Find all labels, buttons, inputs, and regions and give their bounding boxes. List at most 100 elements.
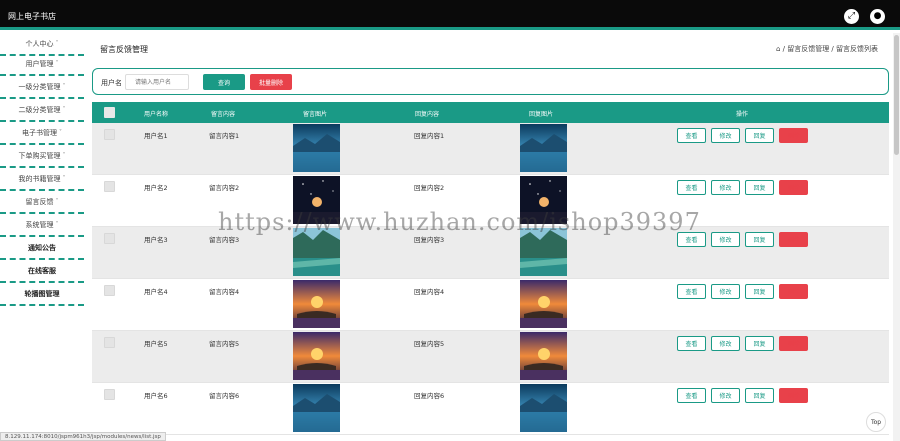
delete-button[interactable]: 删除 — [779, 232, 808, 247]
reply-image — [520, 124, 567, 172]
cell-reply: 回复内容1 — [414, 132, 445, 140]
sidebar-item-system[interactable]: 系统管理 ˅ — [0, 214, 84, 237]
reply-button[interactable]: 回复 — [745, 232, 774, 247]
cell-content: 留言内容3 — [209, 236, 240, 244]
reply-image — [520, 280, 567, 328]
view-button[interactable]: 查看 — [677, 336, 706, 351]
table-header: 用户名称 留言内容 留言图片 回复内容 回复图片 操作 — [92, 102, 889, 123]
reply-button[interactable]: 回复 — [745, 336, 774, 351]
sidebar-item-feedback[interactable]: 留言反馈 ˅ — [0, 191, 84, 214]
row-checkbox[interactable] — [104, 389, 115, 400]
user-icon[interactable]: ● — [870, 9, 885, 24]
cell-content: 留言内容5 — [209, 340, 240, 348]
select-all-checkbox[interactable] — [104, 107, 115, 118]
delete-button[interactable]: 删除 — [779, 284, 808, 299]
header-reply: 回复内容 — [415, 111, 440, 118]
cell-username: 用户名2 — [144, 184, 168, 192]
cell-content: 留言内容4 — [209, 288, 240, 296]
header-username: 用户名称 — [144, 111, 169, 118]
reply-button[interactable]: 回复 — [745, 284, 774, 299]
chevron-down-icon: ˅ — [55, 40, 59, 47]
reply-button[interactable]: 回复 — [745, 128, 774, 143]
header-actions: 操作 — [736, 111, 749, 118]
cell-content: 留言内容6 — [209, 392, 240, 400]
sidebar-item-category2[interactable]: 二级分类管理 ˅ — [0, 99, 84, 122]
reply-image — [520, 176, 567, 224]
delete-button[interactable]: 删除 — [779, 128, 808, 143]
search-panel: 用户名 查询 批量删除 — [92, 68, 889, 95]
header-image: 留言图片 — [303, 111, 328, 118]
username-label: 用户名 — [101, 79, 122, 87]
table-row: 用户名1 留言内容1 回复内容1 查看 修改 回复 删除 — [92, 123, 889, 175]
delete-button[interactable]: 删除 — [779, 336, 808, 351]
reply-button[interactable]: 回复 — [745, 388, 774, 403]
scrollbar-thumb[interactable] — [894, 35, 899, 155]
chevron-down-icon: ˅ — [55, 198, 59, 205]
row-checkbox[interactable] — [104, 285, 115, 296]
sidebar-item-users[interactable]: 用户管理 ˅ — [0, 53, 84, 76]
message-image — [293, 332, 340, 380]
back-to-top-button[interactable]: Top — [866, 412, 886, 432]
username-search-input[interactable] — [125, 74, 189, 90]
sidebar-item-carousel[interactable]: 轮播图管理 — [0, 283, 84, 306]
header-reply-image: 回复图片 — [529, 111, 554, 118]
page-title: 留言反馈管理 — [100, 45, 148, 54]
reply-image — [520, 228, 567, 276]
view-button[interactable]: 查看 — [677, 180, 706, 195]
row-checkbox[interactable] — [104, 181, 115, 192]
cell-username: 用户名3 — [144, 236, 168, 244]
edit-button[interactable]: 修改 — [711, 388, 740, 403]
sidebar-item-category1[interactable]: 一级分类管理 ˅ — [0, 76, 84, 99]
view-button[interactable]: 查看 — [677, 128, 706, 143]
batch-delete-button[interactable]: 批量删除 — [250, 74, 292, 90]
cell-username: 用户名4 — [144, 288, 168, 296]
edit-button[interactable]: 修改 — [711, 128, 740, 143]
view-button[interactable]: 查看 — [677, 284, 706, 299]
sidebar: 个人中心 ˅ 用户管理 ˅ 一级分类管理 ˅ 二级分类管理 ˅ 电子书管理 ˅ 下单购买管… — [0, 33, 84, 441]
cell-reply: 回复内容5 — [414, 340, 445, 348]
view-button[interactable]: 查看 — [677, 232, 706, 247]
cell-reply: 回复内容3 — [414, 236, 445, 244]
message-image — [293, 228, 340, 276]
chevron-down-icon: ˅ — [59, 129, 62, 136]
edit-button[interactable]: 修改 — [711, 180, 740, 195]
app-title: 网上电子书店 — [8, 12, 56, 21]
edit-button[interactable]: 修改 — [711, 284, 740, 299]
edit-button[interactable]: 修改 — [711, 336, 740, 351]
chevron-down-icon: ˅ — [62, 175, 66, 182]
delete-button[interactable]: 删除 — [779, 388, 808, 403]
chevron-down-icon: ˅ — [62, 106, 66, 113]
row-checkbox[interactable] — [104, 129, 115, 140]
table-row: 用户名3 留言内容3 回复内容3 查看 修改 回复 删除 — [92, 227, 889, 279]
scrollbar[interactable] — [893, 33, 900, 441]
fullscreen-icon[interactable]: ⤢ — [844, 9, 859, 24]
edit-button[interactable]: 修改 — [711, 232, 740, 247]
reply-button[interactable]: 回复 — [745, 180, 774, 195]
row-checkbox[interactable] — [104, 337, 115, 348]
sidebar-item-ebooks[interactable]: 电子书管理 ˅ — [0, 122, 84, 145]
cell-username: 用户名1 — [144, 132, 168, 140]
reply-image — [520, 384, 567, 432]
sidebar-item-notices[interactable]: 通知公告 — [0, 237, 84, 260]
chevron-down-icon: ˅ — [55, 221, 59, 228]
cell-reply: 回复内容6 — [414, 392, 445, 400]
reply-image — [520, 332, 567, 380]
cell-username: 用户名6 — [144, 392, 168, 400]
table-row: 用户名4 留言内容4 回复内容4 查看 修改 回复 删除 — [92, 279, 889, 331]
view-button[interactable]: 查看 — [677, 388, 706, 403]
sidebar-item-my-books[interactable]: 我的书籍管理 ˅ — [0, 168, 84, 191]
message-image — [293, 124, 340, 172]
main-content: 留言反馈管理 ⌂ / 留言反馈管理 / 留言反馈列表 用户名 查询 批量删除 用… — [84, 33, 890, 441]
delete-button[interactable]: 删除 — [779, 180, 808, 195]
chevron-down-icon: ˅ — [62, 83, 66, 90]
query-button[interactable]: 查询 — [203, 74, 245, 90]
cell-content: 留言内容2 — [209, 184, 240, 192]
cell-reply: 回复内容2 — [414, 184, 445, 192]
table-row: 用户名6 留言内容6 回复内容6 查看 修改 回复 删除 — [92, 383, 889, 435]
chevron-down-icon: ˅ — [62, 152, 66, 159]
chevron-down-icon: ˅ — [55, 60, 59, 67]
row-checkbox[interactable] — [104, 233, 115, 244]
sidebar-item-online-service[interactable]: 在线客服 — [0, 260, 84, 283]
sidebar-item-orders[interactable]: 下单购买管理 ˅ — [0, 145, 84, 168]
message-image — [293, 384, 340, 432]
